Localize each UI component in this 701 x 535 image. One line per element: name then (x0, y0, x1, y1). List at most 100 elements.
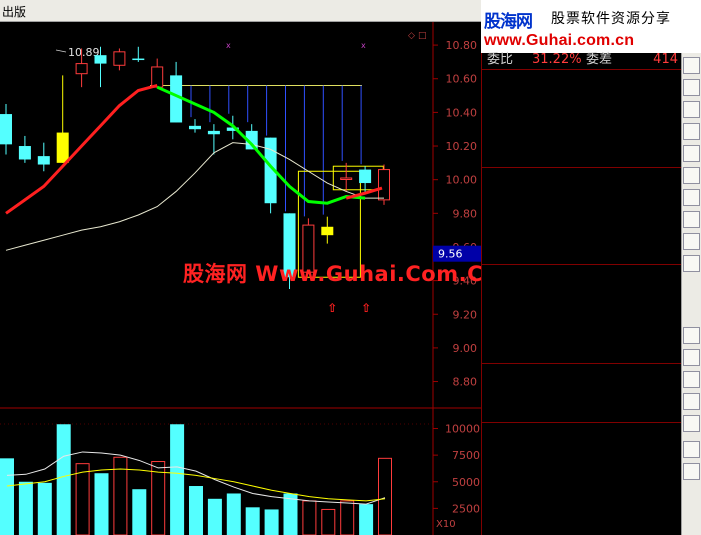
toolbar-button[interactable] (683, 483, 700, 500)
volume-unit-label: X10 (436, 519, 456, 530)
stat-row (482, 325, 682, 343)
buy-level-row[interactable] (482, 208, 682, 226)
quote-panel: 委比 31.22% 委差 414 (481, 51, 682, 535)
volume-bar (94, 473, 109, 535)
toolbar-button[interactable] (683, 79, 700, 96)
price-tick-label: 9.80 (453, 207, 478, 220)
tick-row[interactable] (482, 460, 682, 478)
stat-row (482, 306, 682, 324)
toolbar-button[interactable] (683, 415, 700, 432)
banner-slogan: 股票软件资源分享 (551, 11, 671, 27)
volume-bar (245, 507, 260, 535)
toolbar-button[interactable] (683, 503, 700, 520)
volume-bar (189, 486, 203, 535)
toolbar-button[interactable] (683, 123, 700, 140)
fundamental-row (482, 364, 682, 382)
sell-level-row[interactable] (482, 129, 682, 147)
candle-body (340, 177, 353, 180)
chart-title: 出版 (2, 5, 27, 19)
toolbar-button[interactable] (683, 463, 700, 480)
toolbar-button[interactable] (683, 145, 700, 162)
tick-row[interactable] (482, 478, 682, 496)
stat-row (482, 344, 682, 362)
watermark-text: 股海网 Www.Guhai.Com.CN (183, 262, 502, 286)
toolbar-button[interactable] (683, 393, 700, 410)
candle-body (75, 63, 88, 75)
separator (482, 264, 682, 265)
weibi-row: 委比 31.22% 委差 414 (482, 51, 682, 69)
volume-bar (264, 509, 279, 535)
stat-row (482, 286, 682, 304)
volume-bar (132, 489, 147, 535)
price-tick-label: 10.80 (446, 39, 478, 52)
weibi-label: 委比 (487, 52, 514, 67)
candle-body (37, 156, 50, 165)
high-pointer (55, 49, 67, 53)
volume-tick-label: 5000 (452, 476, 480, 489)
x-marker: x (361, 41, 366, 50)
s-icon[interactable] (683, 305, 700, 322)
fundamental-row (482, 383, 682, 401)
toolbar-button[interactable] (683, 349, 700, 366)
sell-level-row[interactable] (482, 71, 682, 89)
price-tick-label: 9.20 (453, 308, 478, 321)
volume-bars (0, 424, 392, 535)
candle-body (359, 169, 372, 184)
tick-row[interactable] (482, 424, 682, 442)
volume-tick-label: 7500 (452, 449, 480, 462)
tick-row[interactable] (482, 496, 682, 514)
toolbar-button[interactable] (683, 211, 700, 228)
volume-tick-label: 2500 (452, 502, 480, 515)
square-marker: □ (418, 31, 427, 41)
toolbar-button[interactable] (683, 327, 700, 344)
sell-level-row[interactable] (482, 90, 682, 108)
f5-button[interactable] (683, 441, 700, 458)
tick-row[interactable] (482, 442, 682, 460)
diamond-marker: ◇ (408, 31, 415, 41)
weibi-pct: 31.22% (532, 52, 582, 67)
volume-bar (359, 504, 374, 535)
volume-bar (0, 458, 14, 535)
price-tick-label: 10.20 (446, 140, 478, 153)
stat-row (482, 267, 682, 285)
banner-url[interactable]: www.Guhai.com.cn (484, 32, 634, 50)
buy-level-row[interactable] (482, 188, 682, 206)
sell-level-row[interactable] (482, 148, 682, 166)
volume-bar (75, 463, 90, 535)
price-tick-label: 10.60 (446, 73, 478, 86)
candle-body (18, 146, 31, 160)
volume-bar (170, 424, 185, 535)
toolbar-button[interactable] (683, 57, 700, 74)
site-banner[interactable]: 股海网 股票软件资源分享 www.Guhai.com.cn (481, 0, 701, 53)
volume-tick-label: 10000 (445, 423, 480, 436)
candle-body (207, 130, 220, 135)
buy-level-row[interactable] (482, 227, 682, 245)
price-tick-label: 10.40 (446, 106, 478, 119)
volume-bar (207, 498, 222, 535)
volume-bar (56, 424, 71, 535)
volume-bar (226, 493, 241, 535)
weicha-value: 414 (653, 52, 678, 67)
toolbar-button[interactable] (683, 189, 700, 206)
candle-body (321, 226, 334, 236)
toolbar-button[interactable] (683, 371, 700, 388)
toolbar-button[interactable] (683, 233, 700, 250)
toolbar-button[interactable] (683, 101, 700, 118)
tick-row[interactable] (482, 514, 682, 532)
buy-level-row[interactable] (482, 169, 682, 187)
buy-level-row[interactable] (482, 246, 682, 264)
x-marker: x (226, 41, 231, 50)
separator (482, 167, 682, 168)
candle-body (0, 114, 12, 145)
volume-bar (302, 500, 317, 535)
candle-body (378, 169, 390, 201)
candle-body (189, 125, 201, 130)
volume-bar (321, 508, 336, 535)
toolbar-button[interactable] (683, 255, 700, 272)
rsi-button[interactable] (683, 283, 700, 300)
buy-signal-arrow: ⇧ (327, 301, 337, 315)
sell-level-row[interactable] (482, 110, 682, 128)
candle-body (151, 66, 164, 88)
fundamental-row (482, 403, 682, 421)
toolbar-button[interactable] (683, 167, 700, 184)
